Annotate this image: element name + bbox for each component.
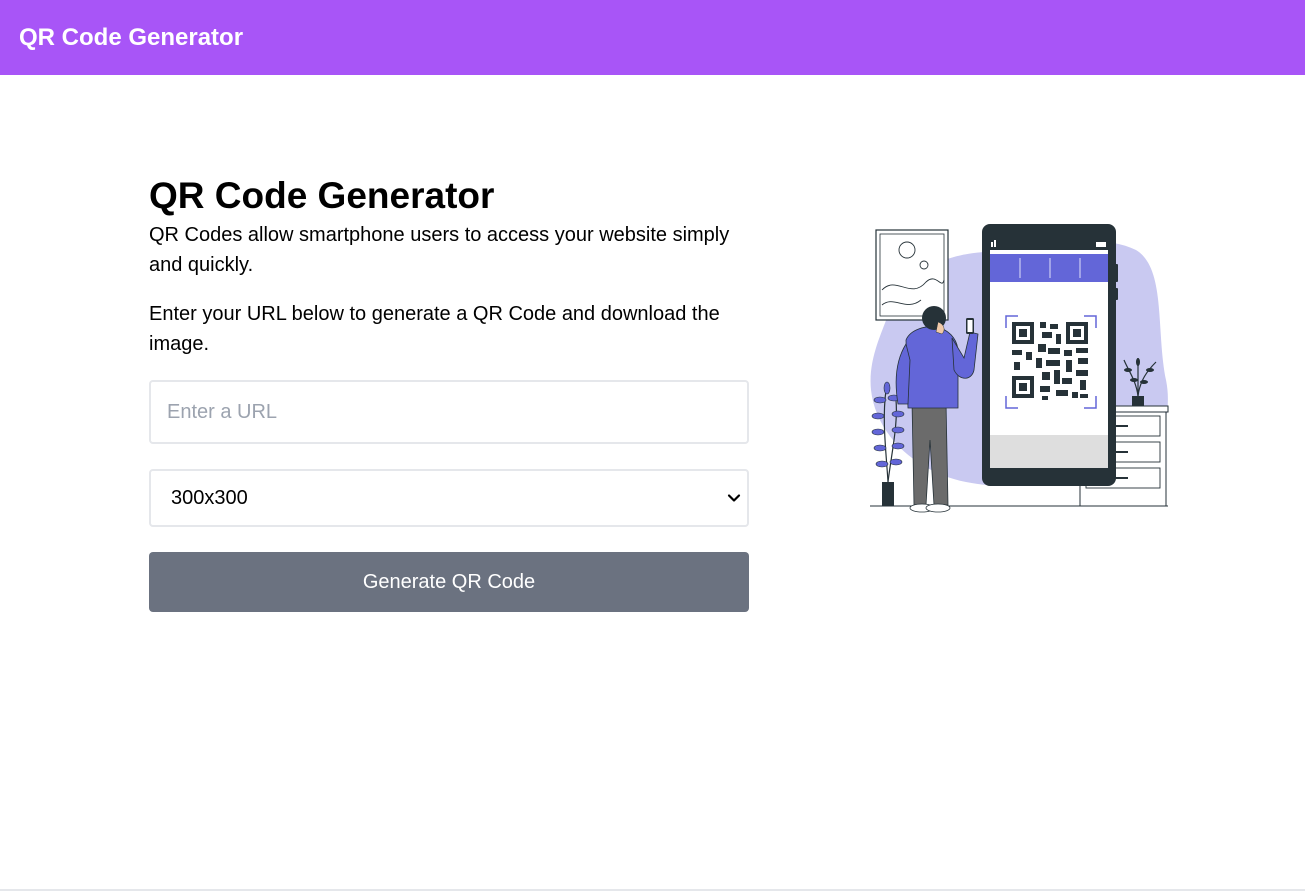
intro-text: QR Codes allow smartphone users to acces… bbox=[149, 224, 730, 276]
size-select[interactable]: 300x300 bbox=[149, 469, 749, 527]
top-navbar: QR Code Generator bbox=[0, 0, 1305, 75]
generator-form-section: QR Code Generator QR Codes allow smartph… bbox=[149, 174, 749, 612]
instruction-text: Enter your URL below to generate a QR Co… bbox=[149, 303, 720, 355]
phone-icon bbox=[982, 224, 1118, 486]
url-input[interactable] bbox=[149, 380, 749, 444]
size-select-value: 300x300 bbox=[171, 486, 248, 509]
brand-title[interactable]: QR Code Generator bbox=[19, 24, 243, 52]
page-bottom-divider bbox=[0, 889, 1305, 891]
generate-qr-button[interactable]: Generate QR Code bbox=[149, 552, 749, 612]
chevron-down-icon bbox=[727, 494, 741, 502]
page-title: QR Code Generator bbox=[149, 175, 495, 216]
person-scanning-qr-illustration bbox=[870, 224, 1169, 513]
